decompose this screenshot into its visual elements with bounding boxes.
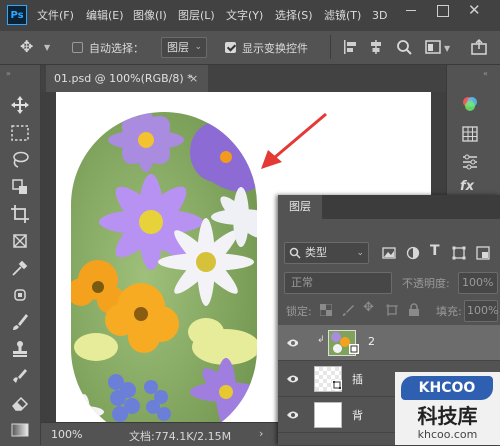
color-panel-icon[interactable] [461, 95, 479, 113]
lock-artboard-icon[interactable] [386, 304, 398, 316]
zoom-level[interactable]: 100% [51, 428, 82, 441]
crop-tool-icon[interactable] [10, 204, 30, 224]
spot-healing-tool-icon[interactable] [10, 285, 30, 305]
menu-edit[interactable]: 编辑(E) [86, 0, 124, 31]
blend-mode-value: 正常 [291, 276, 313, 289]
opacity-field[interactable]: 100% [458, 272, 498, 294]
maximize-icon[interactable] [437, 5, 449, 17]
lock-image-pixels-icon[interactable] [342, 304, 354, 316]
lock-all-icon[interactable] [408, 303, 420, 317]
show-transform-checkbox[interactable] [225, 42, 236, 53]
watermark-logo: KHCOO 科技库 khcoo.com [395, 372, 500, 445]
fill-label: 填充: [436, 305, 462, 318]
filter-shape-icon[interactable] [452, 246, 466, 260]
document-tab-title: 01.psd @ 100%(RGB/8) * [54, 72, 193, 85]
lock-position-icon[interactable]: ✥ [363, 300, 374, 315]
adjustments-panel-icon[interactable] [461, 153, 479, 171]
menu-type[interactable]: 文字(Y) [226, 0, 263, 31]
chevron-down-icon: ⌄ [356, 248, 364, 258]
visibility-eye-icon[interactable] [286, 409, 298, 421]
auto-select-target-dropdown[interactable]: 图层 ⌄ [161, 37, 207, 58]
gradient-tool-icon[interactable] [10, 420, 30, 440]
collapse-icon[interactable]: » [6, 69, 11, 78]
search-icon [289, 247, 301, 259]
eyedropper-tool-icon[interactable] [10, 258, 30, 278]
blend-mode-dropdown[interactable]: 正常 [284, 272, 392, 294]
history-brush-tool-icon[interactable] [10, 366, 30, 386]
layer-name[interactable]: 2 [368, 335, 375, 348]
chevron-down-icon: ⌄ [194, 42, 202, 52]
smart-object-badge-icon [349, 344, 359, 354]
filter-type-icon[interactable]: T [430, 243, 440, 259]
menu-layer[interactable]: 图层(L) [178, 0, 215, 31]
clone-stamp-tool-icon[interactable] [10, 339, 30, 359]
opacity-label: 不透明度: [402, 277, 450, 290]
fill-field[interactable]: 100% [464, 300, 498, 322]
auto-select-target-value: 图层 [167, 41, 189, 54]
chevron-down-icon[interactable]: ▼ [44, 43, 50, 52]
divider [330, 35, 331, 59]
expand-panels-icon[interactable]: « [483, 69, 488, 78]
opacity-value: 100% [462, 276, 494, 289]
visibility-eye-icon[interactable] [286, 373, 298, 385]
layer-row[interactable]: ↲ 2 [278, 325, 500, 361]
move-tool-icon[interactable] [10, 95, 30, 115]
search-icon[interactable] [396, 39, 412, 55]
menu-file[interactable]: 文件(F) [37, 0, 74, 31]
brush-tool-icon[interactable] [10, 312, 30, 332]
chevron-down-icon[interactable]: ▼ [444, 44, 450, 53]
share-icon[interactable] [470, 38, 488, 56]
shape-layer-badge-icon [332, 380, 342, 390]
align-left-icon[interactable] [343, 39, 359, 55]
menu-filter[interactable]: 滤镜(T) [324, 0, 361, 31]
lock-transparent-pixels-icon[interactable] [320, 304, 332, 316]
workspace-icon[interactable] [425, 39, 441, 55]
styles-fx-icon[interactable]: fx [460, 179, 474, 194]
layer-name[interactable]: 插 [352, 371, 363, 387]
close-tab-icon[interactable]: × [189, 65, 198, 92]
move-tool-preset-icon[interactable]: ✥ [20, 37, 33, 56]
align-center-icon[interactable] [368, 39, 384, 55]
document-tab[interactable]: 01.psd @ 100%(RGB/8) * × [46, 65, 208, 92]
minimize-icon[interactable] [406, 10, 416, 11]
layers-panel-header: 图层 [278, 195, 500, 219]
photoshop-logo[interactable]: Ps [7, 5, 27, 25]
filter-pixel-icon[interactable] [382, 246, 396, 260]
clipping-mask-arrow-icon: ↲ [317, 335, 325, 345]
layer-filter-dropdown[interactable]: 类型 ⌄ [284, 242, 369, 264]
lasso-tool-icon[interactable] [10, 150, 30, 170]
status-bar: 100% 文档:774.1K/2.15M › [41, 422, 281, 446]
swatches-panel-icon[interactable] [461, 125, 479, 143]
quick-selection-tool-icon[interactable] [10, 177, 30, 197]
watermark-name: 科技库 [417, 404, 478, 428]
visibility-eye-icon[interactable] [286, 337, 298, 349]
menu-3d[interactable]: 3D [372, 0, 387, 31]
marquee-tool-icon[interactable] [10, 123, 30, 143]
layer-filter-value: 类型 [305, 246, 327, 259]
layer-name[interactable]: 背 [352, 407, 363, 423]
lock-label: 锁定: [286, 305, 312, 318]
layer-thumbnail-white [314, 402, 342, 428]
tab-layers[interactable]: 图层 [278, 195, 322, 219]
chevron-right-icon[interactable]: › [259, 427, 263, 440]
watermark-url: khcoo.com [417, 428, 478, 441]
auto-select-checkbox[interactable] [72, 42, 83, 53]
frame-tool-icon[interactable] [10, 231, 30, 251]
menu-image[interactable]: 图像(I) [133, 0, 167, 31]
filter-adjustment-icon[interactable] [406, 246, 420, 260]
menu-bar: Ps 文件(F) 编辑(E) 图像(I) 图层(L) 文字(Y) 选择(S) 滤… [0, 0, 500, 31]
document-info[interactable]: 文档:774.1K/2.15M [129, 428, 231, 444]
auto-select-label: 自动选择： [89, 42, 144, 55]
options-bar: ✥ ▼ 自动选择： 图层 ⌄ 显示变换控件 ▼ [0, 31, 500, 65]
watermark-brand: KHCOO [401, 376, 493, 400]
tools-panel: » [0, 65, 41, 445]
filter-smart-object-icon[interactable] [476, 246, 490, 260]
show-transform-label: 显示变换控件 [242, 42, 308, 55]
close-window-icon[interactable]: ✕ [468, 1, 481, 19]
fill-value: 100% [467, 304, 499, 317]
eraser-tool-icon[interactable] [10, 393, 30, 413]
menu-select[interactable]: 选择(S) [275, 0, 313, 31]
